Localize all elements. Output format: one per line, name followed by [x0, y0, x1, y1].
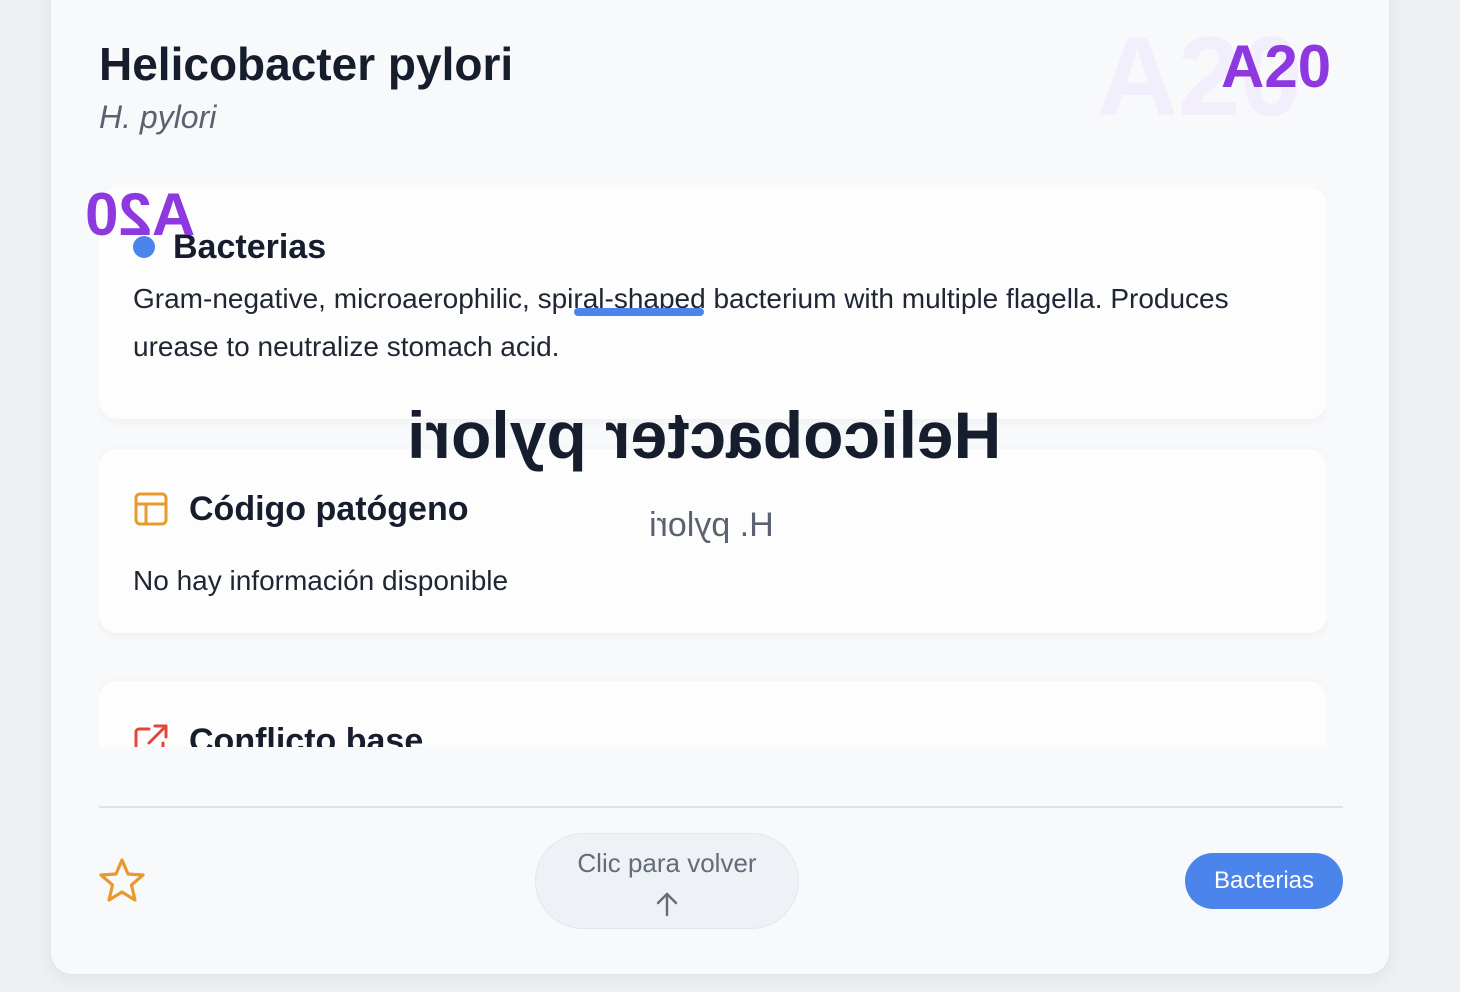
footer-divider [99, 806, 1343, 808]
card-subtitle: H. pylori [99, 99, 217, 135]
card-code: A20 [1221, 33, 1332, 100]
card-title-mirrored: Helicobacter pylori [407, 398, 1002, 472]
arrow-up-icon [654, 891, 680, 917]
section-heading: Código patógeno [189, 489, 469, 528]
category-badge[interactable]: Bacterias [1185, 853, 1343, 909]
section-body: Gram-negative, microaerophilic, spiral-s… [133, 283, 1229, 362]
sections-scroll[interactable]: Bacterias Gram-negative, microaerophilic… [99, 187, 1327, 767]
star-icon[interactable] [97, 857, 147, 903]
flip-back-button[interactable]: Clic para volver [535, 833, 799, 929]
highlighted-term: spiral-shaped [537, 283, 706, 314]
flashcard-back[interactable]: A20 Helicobacter pylori H. pylori A20 Ba… [50, 0, 1390, 975]
section-body: No hay información disponible [133, 565, 509, 596]
card-code-mirrored: A20 [85, 181, 196, 248]
flip-back-label: Clic para volver [577, 847, 757, 878]
table-icon [133, 491, 169, 527]
card-title: Helicobacter pylori [99, 38, 514, 90]
card-subtitle-mirrored: H. pylori [649, 506, 774, 544]
section-heading: Bacterias [173, 227, 327, 266]
section-category: Bacterias Gram-negative, microaerophilic… [99, 187, 1327, 419]
